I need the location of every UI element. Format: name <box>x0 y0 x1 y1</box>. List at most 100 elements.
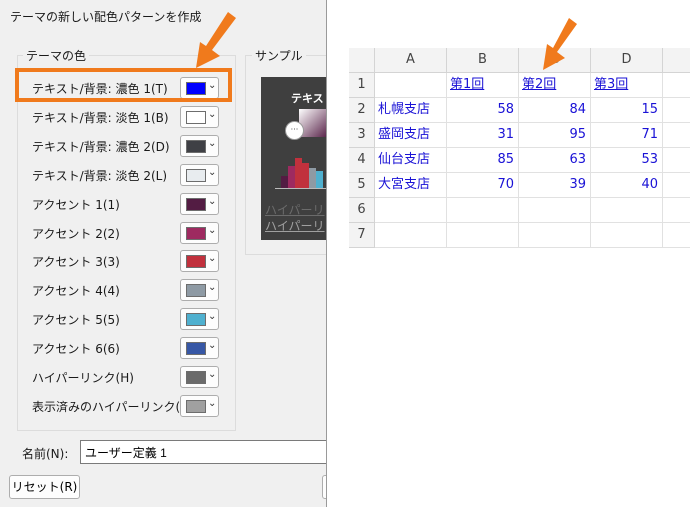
table-cell[interactable] <box>663 223 690 248</box>
color-swatch <box>186 139 206 153</box>
table-cell[interactable]: 70 <box>447 173 519 198</box>
row-header[interactable]: 6 <box>349 198 375 223</box>
table-cell[interactable] <box>591 223 663 248</box>
sample-preview: テキスト ··· ハイパーリ ハイパーリ <box>261 77 326 240</box>
table-cell[interactable]: 63 <box>519 148 591 173</box>
table-cell[interactable]: 85 <box>447 148 519 173</box>
save-button-edge[interactable] <box>322 475 326 499</box>
theme-color-label: アクセント 2(2) <box>32 226 120 241</box>
select-all-corner[interactable] <box>349 48 375 73</box>
table-cell[interactable] <box>663 173 690 198</box>
theme-color-label: アクセント 6(6) <box>32 342 120 357</box>
table-cell[interactable]: 40 <box>591 173 663 198</box>
chevron-down-icon: ⌄ <box>208 369 217 380</box>
table-cell[interactable]: 大宮支店 <box>375 173 447 198</box>
table-cell[interactable] <box>447 198 519 223</box>
dialog-title: テーマの新しい配色パターンを作成 <box>10 10 202 24</box>
table-cell[interactable]: 第2回 <box>519 73 591 98</box>
row-header[interactable]: 5 <box>349 173 375 198</box>
table-cell[interactable] <box>375 73 447 98</box>
sample-bar-3 <box>295 158 302 188</box>
table-cell[interactable]: 31 <box>447 123 519 148</box>
color-picker-button[interactable]: ⌄ <box>180 279 219 302</box>
table-cell[interactable] <box>663 198 690 223</box>
chevron-down-icon: ⌄ <box>208 224 217 236</box>
theme-color-row: テキスト/背景: 淡色 2(L) ⌄ <box>17 161 223 187</box>
table-cell[interactable]: 第3回 <box>591 73 663 98</box>
theme-color-row: アクセント 4(4) ⌄ <box>17 276 223 302</box>
chevron-down-icon: ⌄ <box>208 137 217 149</box>
color-picker-button[interactable]: ⌄ <box>180 134 219 157</box>
row-header[interactable]: 3 <box>349 123 375 148</box>
color-picker-button[interactable]: ⌄ <box>180 308 219 331</box>
row-header[interactable]: 4 <box>349 148 375 173</box>
table-cell[interactable]: 15 <box>591 98 663 123</box>
column-header[interactable] <box>663 48 690 73</box>
table-cell[interactable]: 第1回 <box>447 73 519 98</box>
color-swatch <box>186 226 206 240</box>
reset-button[interactable]: リセット(R) <box>9 475 80 499</box>
sample-bar-5 <box>309 168 316 188</box>
color-picker-button[interactable]: ⌄ <box>180 192 219 215</box>
table-cell[interactable]: 札幌支店 <box>375 98 447 123</box>
table-cell[interactable] <box>663 123 690 148</box>
theme-color-row: アクセント 2(2) ⌄ <box>17 219 223 245</box>
row-header[interactable]: 2 <box>349 98 375 123</box>
table-cell[interactable]: 53 <box>591 148 663 173</box>
table-cell[interactable]: 58 <box>447 98 519 123</box>
theme-color-label: アクセント 3(3) <box>32 255 120 270</box>
chevron-down-icon: ⌄ <box>208 311 217 323</box>
chevron-down-icon: ⌄ <box>208 340 217 352</box>
sample-label: サンプル <box>252 47 306 64</box>
table-cell[interactable]: 71 <box>591 123 663 148</box>
table-cell[interactable]: 95 <box>519 123 591 148</box>
table-cell[interactable] <box>663 148 690 173</box>
theme-color-row: アクセント 3(3) ⌄ <box>17 247 223 273</box>
chevron-down-icon: ⌄ <box>208 195 217 207</box>
table-cell[interactable] <box>591 198 663 223</box>
table-cell[interactable] <box>519 198 591 223</box>
name-input[interactable] <box>80 440 326 464</box>
sample-bar-6 <box>316 171 323 188</box>
table-cell[interactable]: 盛岡支店 <box>375 123 447 148</box>
sample-circle: ··· <box>285 121 304 140</box>
theme-colors-label: テーマの色 <box>23 47 90 64</box>
color-swatch <box>186 313 206 327</box>
chevron-down-icon: ⌄ <box>208 397 217 409</box>
color-swatch <box>186 255 206 269</box>
theme-color-label: 表示済みのハイパーリンク(F) <box>32 399 192 414</box>
theme-color-label: テキスト/背景: 濃色 2(D) <box>32 139 170 154</box>
table-cell[interactable] <box>663 73 690 98</box>
color-picker-button[interactable]: ⌄ <box>180 366 219 388</box>
table-cell[interactable]: 84 <box>519 98 591 123</box>
table-cell[interactable] <box>375 223 447 248</box>
color-picker-button[interactable]: ⌄ <box>180 394 219 417</box>
theme-color-label: アクセント 5(5) <box>32 313 120 328</box>
color-picker-button[interactable]: ⌄ <box>180 105 219 128</box>
row-header[interactable]: 7 <box>349 223 375 248</box>
chevron-down-icon: ⌄ <box>208 282 217 294</box>
color-swatch <box>186 399 206 413</box>
highlight-box <box>15 68 232 102</box>
sample-followed-hyperlink: ハイパーリ <box>265 219 325 233</box>
column-header[interactable]: D <box>591 48 663 73</box>
theme-color-label: アクセント 1(1) <box>32 197 120 212</box>
table-cell[interactable]: 39 <box>519 173 591 198</box>
table-cell[interactable] <box>663 98 690 123</box>
color-picker-button[interactable]: ⌄ <box>180 221 219 244</box>
theme-color-row: 表示済みのハイパーリンク(F) ⌄ <box>17 392 223 418</box>
table-cell[interactable] <box>519 223 591 248</box>
color-picker-button[interactable]: ⌄ <box>180 250 219 273</box>
chevron-down-icon: ⌄ <box>208 108 217 120</box>
color-picker-button[interactable]: ⌄ <box>180 337 219 360</box>
theme-color-label: アクセント 4(4) <box>32 284 120 299</box>
color-picker-button[interactable]: ⌄ <box>180 163 219 186</box>
column-header[interactable]: B <box>447 48 519 73</box>
sample-baseline <box>275 188 326 189</box>
theme-color-row: テキスト/背景: 濃色 2(D) ⌄ <box>17 132 223 158</box>
row-header[interactable]: 1 <box>349 73 375 98</box>
table-cell[interactable] <box>375 198 447 223</box>
table-cell[interactable] <box>447 223 519 248</box>
table-cell[interactable]: 仙台支店 <box>375 148 447 173</box>
column-header[interactable]: A <box>375 48 447 73</box>
